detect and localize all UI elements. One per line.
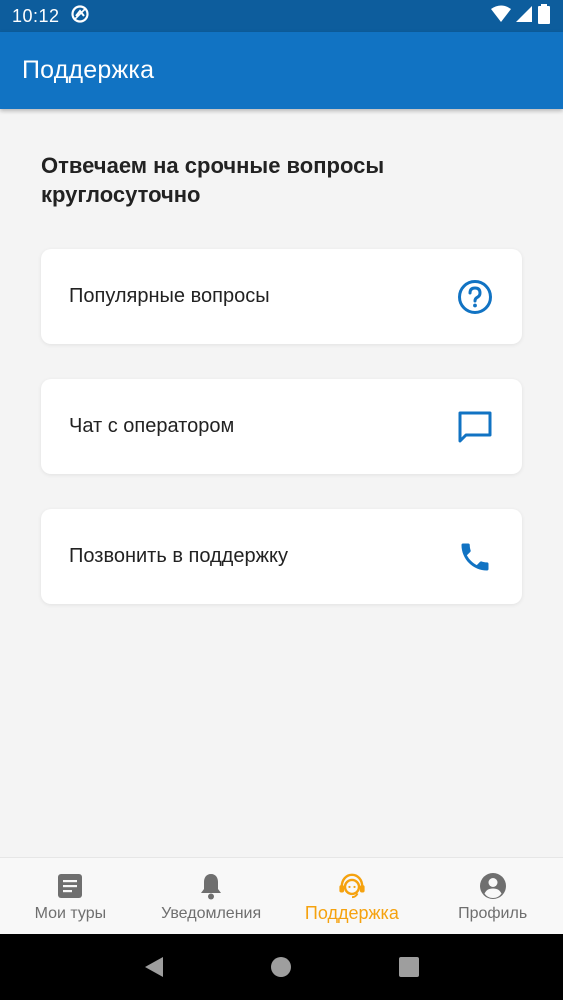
chat-operator-card[interactable]: Чат с оператором bbox=[41, 379, 522, 474]
document-icon bbox=[56, 872, 84, 900]
status-time: 10:12 bbox=[12, 5, 60, 26]
main-content: Отвечаем на срочные вопросы круглосуточн… bbox=[0, 109, 563, 857]
chat-icon bbox=[456, 408, 494, 446]
page-title: Поддержка bbox=[22, 56, 155, 84]
app-bar: Поддержка bbox=[0, 32, 563, 109]
status-right bbox=[491, 3, 551, 29]
bell-icon bbox=[197, 872, 225, 900]
recents-icon[interactable] bbox=[397, 955, 421, 979]
home-icon[interactable] bbox=[269, 955, 293, 979]
headline: Отвечаем на срочные вопросы круглосуточн… bbox=[41, 153, 385, 207]
call-support-card[interactable]: Позвонить в поддержку bbox=[41, 509, 522, 604]
phone-icon bbox=[456, 538, 494, 576]
card-label: Позвонить в поддержку bbox=[69, 545, 288, 567]
status-left: 10:12 bbox=[12, 4, 90, 29]
battery-icon bbox=[537, 3, 551, 29]
status-bar: 10:12 bbox=[0, 0, 563, 32]
help-circle-icon bbox=[456, 278, 494, 316]
nav-label: Поддержка bbox=[304, 903, 399, 923]
tab-support[interactable]: Поддержка bbox=[282, 858, 423, 934]
nav-label: Уведомления bbox=[161, 905, 262, 922]
support-agent-icon bbox=[338, 872, 366, 900]
bottom-nav: Мои туры Уведомления Поддержка Профиль bbox=[0, 857, 563, 934]
nav-label: Мои туры bbox=[34, 905, 107, 922]
tab-my-tours[interactable]: Мои туры bbox=[0, 858, 141, 934]
card-label: Популярные вопросы bbox=[69, 285, 270, 307]
tab-profile[interactable]: Профиль bbox=[422, 858, 563, 934]
back-icon[interactable] bbox=[142, 955, 166, 979]
wifi-icon bbox=[491, 5, 511, 28]
signal-icon bbox=[515, 5, 533, 28]
system-nav-bar bbox=[0, 934, 563, 1000]
nav-label: Профиль bbox=[458, 905, 528, 922]
card-label: Чат с оператором bbox=[69, 415, 235, 437]
popular-questions-card[interactable]: Популярные вопросы bbox=[41, 249, 522, 344]
tab-notifications[interactable]: Уведомления bbox=[141, 858, 282, 934]
account-icon bbox=[479, 872, 507, 900]
notification-icon bbox=[70, 4, 90, 29]
